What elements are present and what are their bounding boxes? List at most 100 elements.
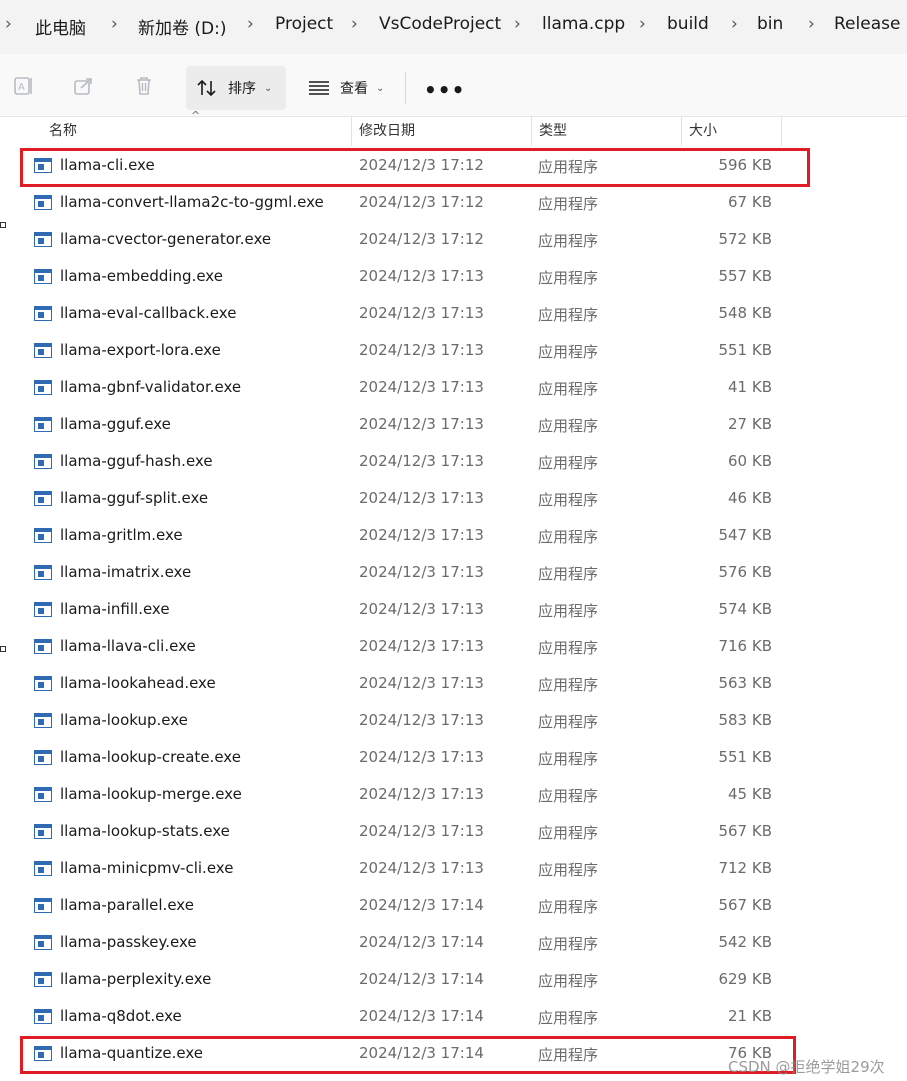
breadcrumb-vscodeproject[interactable]: VsCodeProject [379,14,501,34]
file-size: 551 KB [718,748,772,766]
breadcrumb-separator[interactable]: › [5,14,12,34]
file-type: 应用程序 [538,602,599,620]
breadcrumb-separator[interactable]: › [514,14,521,34]
file-row[interactable]: llama-eval-callback.exe 2024/12/3 17:13 应用… [8,296,808,333]
file-row[interactable]: llama-embedding.exe 2024/12/3 17:13 应用程序 55… [8,259,808,296]
file-name[interactable]: llama-imatrix.exe [60,563,191,581]
column-divider[interactable] [531,116,532,146]
file-row[interactable]: llama-convert-llama2c-to-ggml.exe 2024/12… [8,185,808,222]
breadcrumb-this-pc[interactable]: 此电脑 [35,14,86,39]
file-name[interactable]: llama-gritlm.exe [60,526,183,544]
column-header-date[interactable]: 修改日期 [359,116,415,146]
file-row[interactable]: llama-gbnf-validator.exe 2024/12/3 17:13 应… [8,370,808,407]
column-divider[interactable] [681,116,682,146]
file-size: 67 KB [728,193,772,211]
file-name[interactable]: llama-lookup-create.exe [60,748,241,766]
file-name[interactable]: llama-gguf.exe [60,415,171,433]
file-name[interactable]: llama-q8dot.exe [60,1007,182,1025]
file-name[interactable]: llama-export-lora.exe [60,341,221,359]
file-row[interactable]: llama-gguf-split.exe 2024/12/3 17:13 应用程序 4… [8,481,808,518]
rename-icon[interactable]: A [12,74,36,98]
exe-file-icon [34,195,52,210]
breadcrumb-release[interactable]: Release [834,14,900,34]
chevron-down-icon: ⌄ [376,82,385,94]
view-button[interactable]: 查看 ⌄ [300,66,396,110]
file-name[interactable]: llama-cvector-generator.exe [60,230,271,248]
file-row[interactable]: llama-lookup-stats.exe 2024/12/3 17:13 应用程… [8,814,808,851]
file-row[interactable]: llama-perplexity.exe 2024/12/3 17:14 应用程序 6… [8,962,808,999]
view-icon [308,80,330,96]
file-row[interactable]: llama-lookahead.exe 2024/12/3 17:13 应用程序 56… [8,666,808,703]
exe-file-icon [34,269,52,284]
sort-indicator-icon: ^ [191,109,201,122]
exe-file-icon [34,417,52,432]
file-name[interactable]: llama-lookup.exe [60,711,188,729]
column-header-type[interactable]: 类型 [539,116,567,146]
file-row[interactable]: llama-gguf-hash.exe 2024/12/3 17:13 应用程序 60… [8,444,808,481]
file-name[interactable]: llama-parallel.exe [60,896,194,914]
file-type: 应用程序 [538,787,599,805]
file-name[interactable]: llama-gguf-hash.exe [60,452,213,470]
file-row[interactable]: llama-passkey.exe 2024/12/3 17:14 应用程序 542 … [8,925,808,962]
breadcrumb-bin[interactable]: bin [757,14,783,34]
file-row[interactable]: llama-parallel.exe 2024/12/3 17:14 应用程序 567… [8,888,808,925]
breadcrumb-separator[interactable]: › [639,14,646,34]
breadcrumb-separator[interactable]: › [111,14,118,34]
file-size: 629 KB [718,970,772,988]
breadcrumb-separator[interactable]: › [247,14,254,34]
file-name[interactable]: llama-llava-cli.exe [60,637,196,655]
file-name[interactable]: llama-infill.exe [60,600,170,618]
file-row[interactable]: llama-export-lora.exe 2024/12/3 17:13 应用程序… [8,333,808,370]
file-name[interactable]: llama-passkey.exe [60,933,197,951]
file-row[interactable]: llama-imatrix.exe 2024/12/3 17:13 应用程序 576 … [8,555,808,592]
file-row[interactable]: llama-infill.exe 2024/12/3 17:13 应用程序 574 K… [8,592,808,629]
file-name[interactable]: llama-embedding.exe [60,267,223,285]
file-size: 548 KB [718,304,772,322]
file-name[interactable]: llama-perplexity.exe [60,970,211,988]
more-options-button[interactable]: ••• [424,78,465,102]
watermark: CSDN @拒绝学姐29次 [728,1058,885,1076]
file-row[interactable]: llama-gritlm.exe 2024/12/3 17:13 应用程序 547 K… [8,518,808,555]
file-size: 716 KB [718,637,772,655]
column-divider[interactable] [351,116,352,146]
file-name[interactable]: llama-lookup-merge.exe [60,785,242,803]
file-modified-date: 2024/12/3 17:12 [359,193,484,211]
file-name[interactable]: llama-eval-callback.exe [60,304,236,322]
breadcrumb-build[interactable]: build [667,14,709,34]
file-name[interactable]: llama-convert-llama2c-to-ggml.exe [60,193,324,211]
resize-handle[interactable] [0,222,6,228]
file-name[interactable]: llama-gbnf-validator.exe [60,378,241,396]
column-header-size[interactable]: 大小 [689,116,717,146]
file-type: 应用程序 [538,306,599,324]
breadcrumb-drive-d[interactable]: 新加卷 (D:) [138,14,227,39]
file-name[interactable]: llama-minicpmv-cli.exe [60,859,233,877]
exe-file-icon [34,380,52,395]
file-row[interactable]: llama-lookup-merge.exe 2024/12/3 17:13 应用程… [8,777,808,814]
file-name[interactable]: llama-gguf-split.exe [60,489,208,507]
breadcrumb-llama-cpp[interactable]: llama.cpp [542,14,625,34]
file-modified-date: 2024/12/3 17:13 [359,489,484,507]
file-row[interactable]: llama-llava-cli.exe 2024/12/3 17:13 应用程序 71… [8,629,808,666]
file-row[interactable]: llama-lookup-create.exe 2024/12/3 17:13 应用… [8,740,808,777]
file-size: 567 KB [718,822,772,840]
file-name[interactable]: llama-lookahead.exe [60,674,216,692]
file-row[interactable]: llama-lookup.exe 2024/12/3 17:13 应用程序 583 K… [8,703,808,740]
file-name[interactable]: llama-lookup-stats.exe [60,822,230,840]
resize-handle[interactable] [0,646,6,652]
file-size: 572 KB [718,230,772,248]
breadcrumb-separator[interactable]: › [351,14,358,34]
file-size: 557 KB [718,267,772,285]
file-type: 应用程序 [538,232,599,250]
breadcrumb-separator[interactable]: › [731,14,738,34]
share-icon[interactable] [72,74,96,98]
delete-icon[interactable] [132,74,156,98]
column-header-name[interactable]: 名称 [49,116,77,146]
breadcrumb-separator[interactable]: › [808,14,815,34]
column-divider[interactable] [781,116,782,146]
file-row[interactable]: llama-q8dot.exe 2024/12/3 17:14 应用程序 21 KB [8,999,808,1036]
file-row[interactable]: llama-cvector-generator.exe 2024/12/3 17:… [8,222,808,259]
file-row[interactable]: llama-gguf.exe 2024/12/3 17:13 应用程序 27 KB [8,407,808,444]
file-row[interactable]: llama-minicpmv-cli.exe 2024/12/3 17:13 应用程… [8,851,808,888]
breadcrumb-project[interactable]: Project [275,14,333,34]
sort-button[interactable]: 排序 ⌄ [186,66,286,110]
